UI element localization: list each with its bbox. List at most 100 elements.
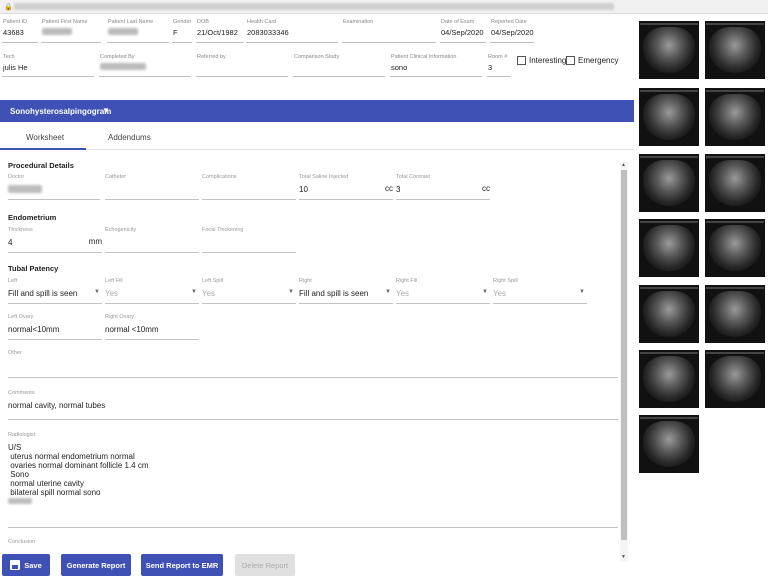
url-text-redacted bbox=[14, 3, 614, 10]
doctor-field[interactable]: Doctor bbox=[8, 174, 100, 200]
complications-field[interactable]: Complications bbox=[202, 174, 296, 200]
room-value: 3 bbox=[488, 63, 493, 72]
conclusion-label: Conclusion bbox=[8, 539, 36, 545]
patient-last-name-label: Patient Last Name bbox=[108, 19, 154, 25]
ultrasound-image-thumbnail[interactable] bbox=[639, 415, 699, 473]
ultrasound-image-thumbnail[interactable] bbox=[639, 219, 699, 277]
scroll-down-arrow-icon[interactable]: ▼ bbox=[621, 554, 626, 560]
form-scrollbar[interactable]: ▲ ▼ bbox=[620, 162, 628, 562]
left-ovary-value: normal<10mm bbox=[8, 325, 60, 334]
ultrasound-image-thumbnail[interactable] bbox=[639, 21, 699, 79]
ultrasound-image-thumbnail[interactable] bbox=[705, 350, 765, 408]
right-fill-select[interactable]: Right Fill Yes ▼ bbox=[396, 278, 490, 304]
lock-icon: 🔒 bbox=[4, 4, 13, 11]
other-textarea[interactable]: Other bbox=[8, 350, 618, 378]
tech-field[interactable]: Tech julis He bbox=[3, 54, 95, 72]
tab-addendums[interactable]: Addendums bbox=[108, 133, 151, 142]
dropdown-arrow-icon[interactable]: ▼ bbox=[94, 289, 100, 295]
left-spill-select[interactable]: Left Spill Yes ▼ bbox=[202, 278, 296, 304]
report-line: normal uterine cavity bbox=[8, 479, 85, 488]
ultrasound-image-thumbnail[interactable] bbox=[639, 154, 699, 212]
dropdown-arrow-icon[interactable]: ▼ bbox=[482, 289, 488, 295]
comparison-study-label: Comparison Study bbox=[294, 54, 340, 60]
ultrasound-image-thumbnail[interactable] bbox=[639, 88, 699, 146]
focal-thickening-field[interactable]: Focal Thickening bbox=[202, 227, 296, 253]
caret-down-icon[interactable]: ▼ bbox=[102, 106, 110, 115]
left-fill-value: Yes bbox=[105, 289, 119, 298]
radiologist-textarea[interactable]: Radiologist U/S uterus normal endometriu… bbox=[8, 432, 618, 528]
right-ovary-field[interactable]: Right Ovary normal <10mm bbox=[105, 314, 199, 340]
referred-by-label: Referred by bbox=[197, 54, 226, 60]
health-card-label: Health Card bbox=[247, 19, 277, 25]
left-spill-value: Yes bbox=[202, 289, 216, 298]
comments-textarea[interactable]: Comments normal cavity, normal tubes bbox=[8, 390, 618, 420]
dropdown-arrow-icon[interactable]: ▼ bbox=[191, 289, 197, 295]
save-button[interactable]: Save bbox=[2, 554, 50, 576]
emergency-checkbox[interactable]: Emergency bbox=[566, 56, 618, 65]
ultrasound-image-thumbnail[interactable] bbox=[705, 88, 765, 146]
patient-id-field: Patient ID 43683 bbox=[3, 19, 37, 37]
patient-id-label: Patient ID bbox=[3, 19, 28, 25]
ultrasound-image-thumbnail[interactable] bbox=[705, 21, 765, 79]
total-saline-value: 10 bbox=[299, 185, 308, 194]
total-saline-field[interactable]: Total Saline Injected 10 cc bbox=[299, 174, 393, 200]
exam-type-bar[interactable]: Sonohysterosalpingogram ▼ bbox=[0, 100, 634, 122]
dropdown-arrow-icon[interactable]: ▼ bbox=[288, 289, 294, 295]
date-of-exam-label: Date of Exam bbox=[441, 19, 475, 25]
ultrasound-image-thumbnail[interactable] bbox=[705, 219, 765, 277]
focal-thickening-label: Focal Thickening bbox=[202, 227, 244, 233]
right-spill-label: Right Spill bbox=[493, 278, 518, 284]
room-label: Room # bbox=[488, 54, 508, 60]
room-field[interactable]: Room # 3 bbox=[488, 54, 510, 72]
scrollbar-thumb[interactable] bbox=[621, 170, 627, 540]
right-tube-select[interactable]: Right Fill and spill is seen ▼ bbox=[299, 278, 393, 304]
total-contrast-unit: cc bbox=[482, 184, 490, 193]
comments-value: normal cavity, normal tubes bbox=[8, 401, 106, 410]
referred-by-field[interactable]: Referred by bbox=[197, 54, 289, 60]
catheter-field[interactable]: Catheter bbox=[105, 174, 199, 200]
patient-clinical-info-value: sono bbox=[391, 63, 408, 72]
ultrasound-image-thumbnail[interactable] bbox=[639, 350, 699, 408]
tech-label: Tech bbox=[3, 54, 15, 60]
report-line: ovaries normal dominant follicle 1.4 cm bbox=[8, 461, 149, 470]
ultrasound-image-thumbnail[interactable] bbox=[639, 285, 699, 343]
total-contrast-field[interactable]: Total Contrast 3 cc bbox=[396, 174, 490, 200]
dropdown-arrow-icon[interactable]: ▼ bbox=[579, 289, 585, 295]
examination-label: Examination bbox=[343, 19, 374, 25]
active-tab-indicator bbox=[0, 148, 86, 150]
right-spill-select[interactable]: Right Spill Yes ▼ bbox=[493, 278, 587, 304]
complications-label: Complications bbox=[202, 174, 237, 180]
ultrasound-image-thumbnail[interactable] bbox=[705, 154, 765, 212]
gender-value: F bbox=[173, 28, 178, 37]
left-tube-select[interactable]: Left Fill and spill is seen ▼ bbox=[8, 278, 102, 304]
right-tube-value: Fill and spill is seen bbox=[299, 289, 369, 298]
emergency-checkbox-box[interactable] bbox=[566, 56, 575, 65]
delete-report-button: Delete Report bbox=[235, 554, 295, 576]
send-report-to-emr-button[interactable]: Send Report to EMR bbox=[141, 554, 223, 576]
left-fill-select[interactable]: Left Fill Yes ▼ bbox=[105, 278, 199, 304]
echogenicity-field[interactable]: Echogenicity bbox=[105, 227, 199, 253]
thickness-label: Thickness bbox=[8, 227, 33, 233]
tab-worksheet[interactable]: Worksheet bbox=[26, 133, 64, 142]
generate-report-button[interactable]: Generate Report bbox=[61, 554, 131, 576]
left-ovary-field[interactable]: Left Ovary normal<10mm bbox=[8, 314, 102, 340]
left-ovary-label: Left Ovary bbox=[8, 314, 34, 320]
patient-clinical-info-field[interactable]: Patient Clinical Information sono bbox=[391, 54, 483, 72]
patient-clinical-info-label: Patient Clinical Information bbox=[391, 54, 457, 60]
reported-date-label: Reported Date bbox=[491, 19, 527, 25]
interesting-checkbox-box[interactable] bbox=[517, 56, 526, 65]
left-spill-label: Left Spill bbox=[202, 278, 224, 284]
exam-type-title: Sonohysterosalpingogram bbox=[10, 107, 112, 116]
dropdown-arrow-icon[interactable]: ▼ bbox=[385, 289, 391, 295]
interesting-checkbox[interactable]: Interesting bbox=[517, 56, 566, 65]
ultrasound-image-thumbnail[interactable] bbox=[705, 285, 765, 343]
dob-label: DOB bbox=[197, 19, 209, 25]
left-tube-value: Fill and spill is seen bbox=[8, 289, 78, 298]
completed-by-field[interactable]: Completed By bbox=[100, 54, 192, 72]
examination-field: Examination bbox=[343, 19, 435, 25]
browser-url-bar[interactable]: 🔒 bbox=[0, 0, 768, 14]
thickness-field[interactable]: Thickness 4 mm bbox=[8, 227, 102, 253]
comparison-study-field[interactable]: Comparison Study bbox=[294, 54, 386, 60]
right-spill-value: Yes bbox=[493, 289, 507, 298]
scroll-up-arrow-icon[interactable]: ▲ bbox=[621, 162, 626, 168]
